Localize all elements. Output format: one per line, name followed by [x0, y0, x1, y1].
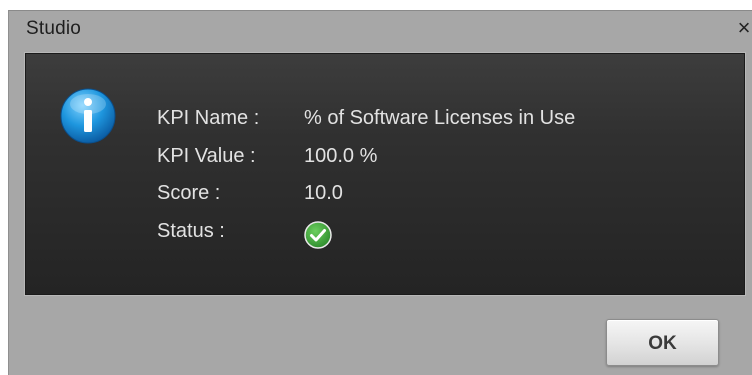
kpi-value-value: 100.0 % — [304, 145, 378, 167]
kpi-name-label: KPI Name : — [157, 107, 260, 129]
kpi-name-value: % of Software Licenses in Use — [304, 107, 576, 129]
dialog-title: Studio — [26, 18, 82, 39]
kpi-value-label: KPI Value : — [157, 145, 256, 167]
message-panel: KPI Name : % of Software Licenses in Use… — [25, 53, 745, 295]
info-icon — [60, 88, 116, 144]
score-label: Score : — [157, 182, 221, 204]
score-value: 10.0 — [304, 182, 343, 204]
studio-dialog: Studio × KPI Name : % of Software Licens… — [8, 10, 752, 375]
check-circle-icon — [304, 221, 332, 249]
close-icon[interactable]: × — [733, 15, 752, 41]
status-label: Status : — [157, 220, 225, 242]
title-bar: Studio × — [9, 11, 752, 49]
ok-button[interactable]: OK — [606, 319, 719, 366]
